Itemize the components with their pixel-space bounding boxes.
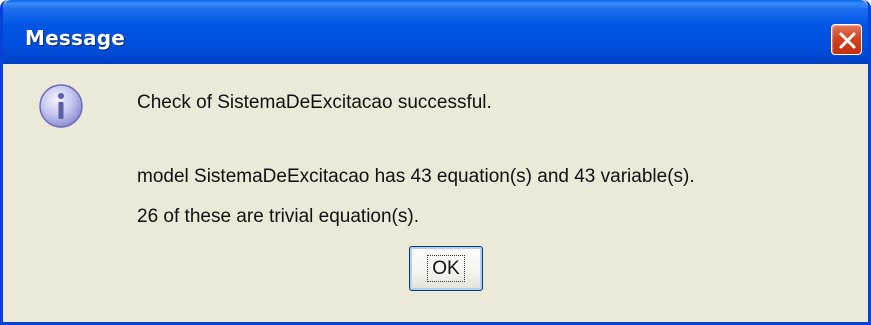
dialog-content: Check of SistemaDeExcitacao successful. … [3,64,868,322]
message-line-2: model SistemaDeExcitacao has 43 equation… [137,166,695,187]
info-icon [39,84,83,128]
ok-button[interactable]: OK [409,246,483,291]
message-line-3: 26 of these are trivial equation(s). [137,206,419,227]
message-dialog: Message Check of SistemaDeExcitacao succ… [0,0,871,325]
close-button[interactable] [831,24,862,55]
close-icon [839,32,856,49]
message-line-1: Check of SistemaDeExcitacao successful. [137,92,492,113]
window-title: Message [25,26,126,50]
ok-button-label: OK [427,255,465,282]
title-bar[interactable]: Message [3,0,868,64]
